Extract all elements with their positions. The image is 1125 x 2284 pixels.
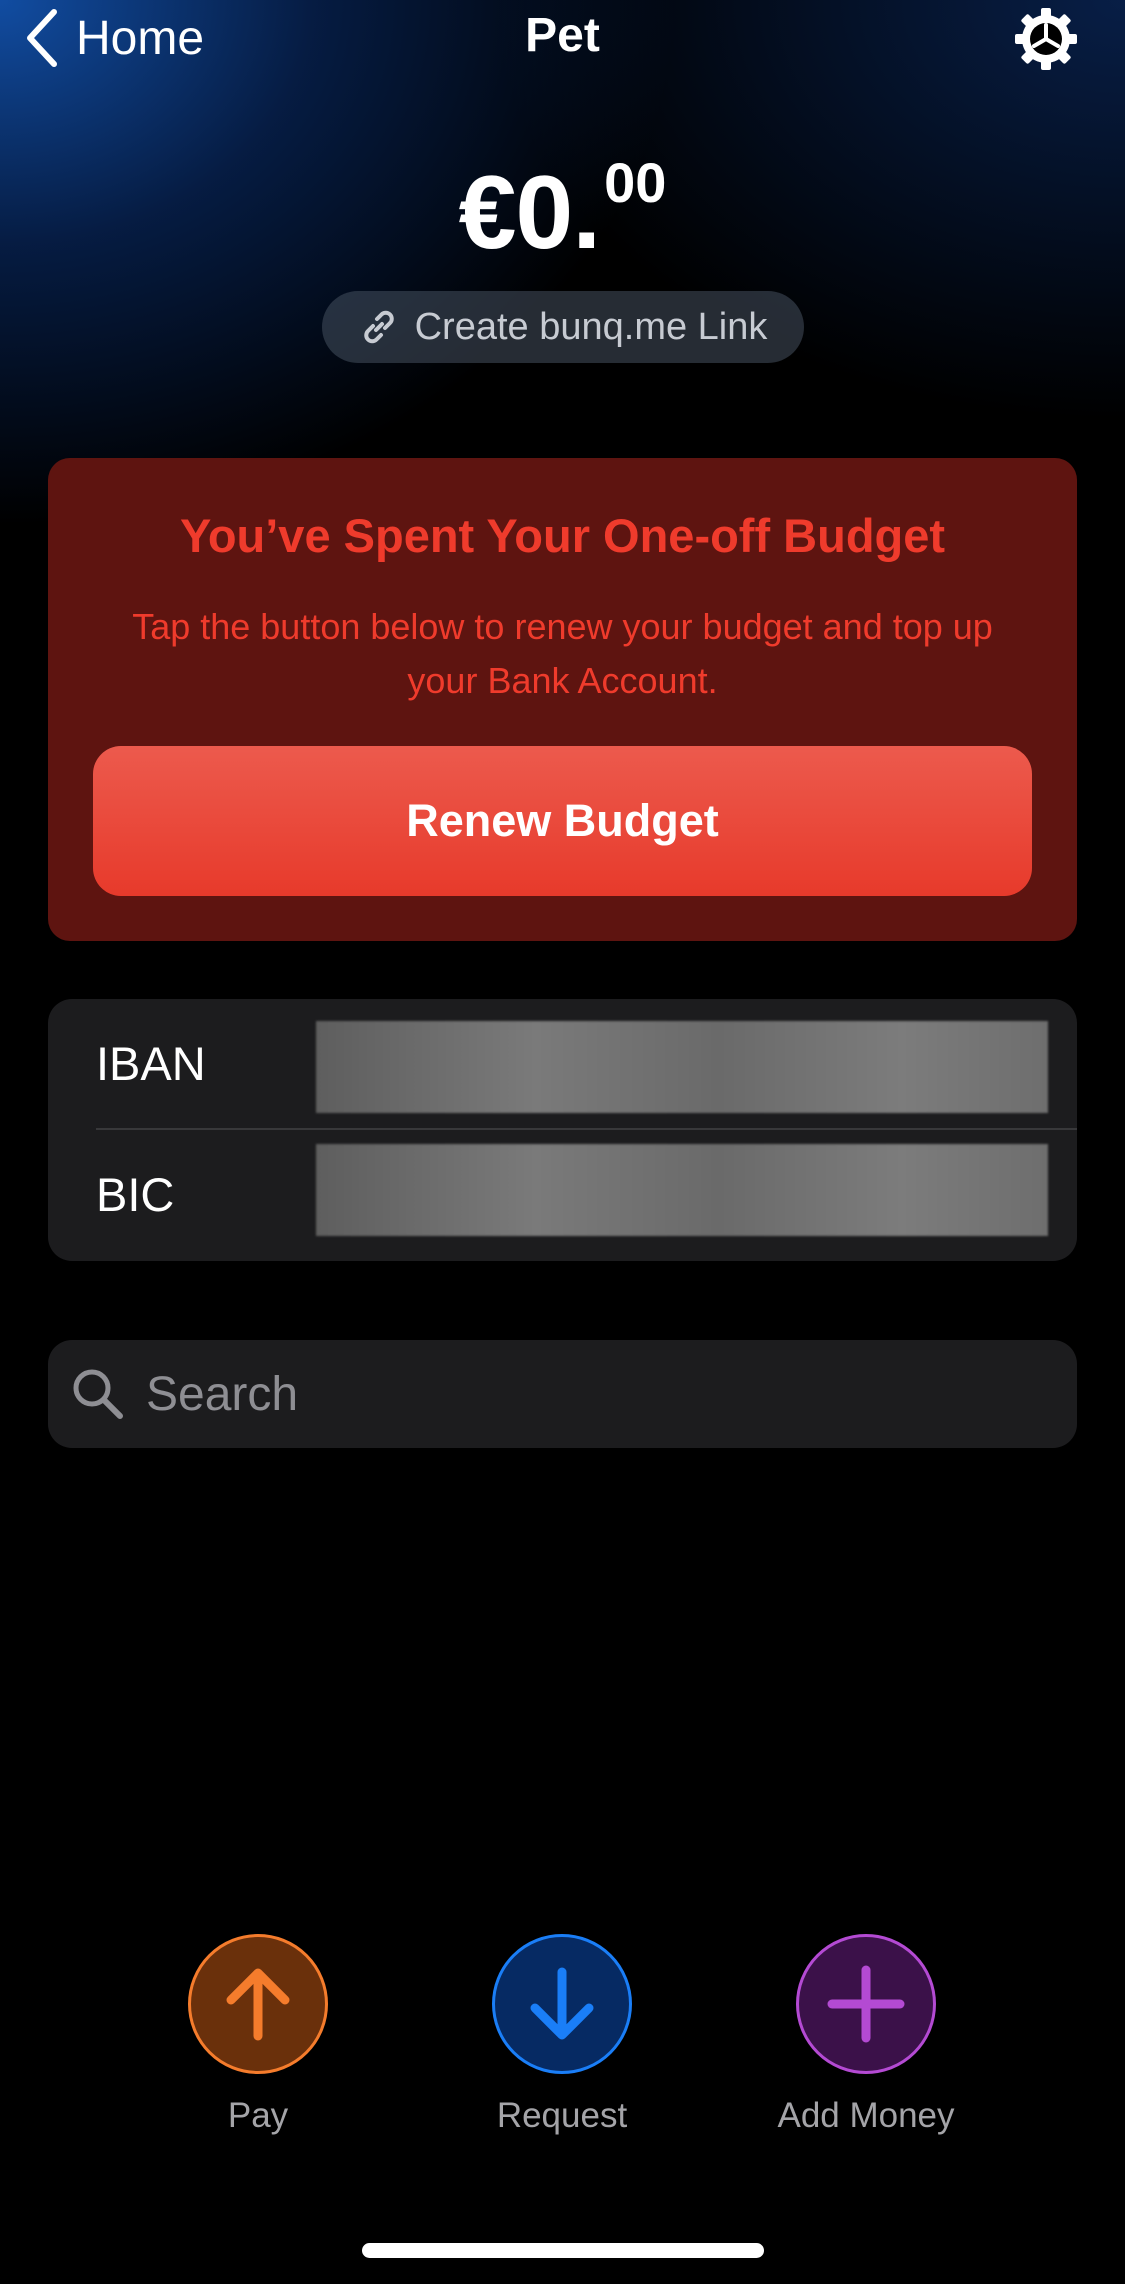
settings-button[interactable] [1013,6,1079,72]
bic-label: BIC [96,1168,175,1221]
pay-label: Pay [227,2096,289,2135]
budget-alert-title: You’ve Spent Your One-off Budget [179,509,946,562]
link-icon [363,310,394,344]
search-input[interactable] [144,1365,1028,1423]
budget-alert-description: Tap the button below to renew your budge… [132,606,993,701]
add-money-label: Add Money [777,2096,955,2135]
request-button[interactable]: Request [432,1934,692,2136]
renew-budget-button[interactable]: Renew Budget [93,746,1032,896]
arrow-down-icon [530,1967,594,2040]
budget-alert-card: You’ve Spent Your One-off Budget Tap the… [48,458,1077,941]
bic-row[interactable]: BIC [48,1130,1077,1260]
plus-icon [827,1965,905,2043]
account-balance: €0.00 [0,150,1125,273]
balance-amount: €0. [458,155,602,271]
create-bunq-me-link-button[interactable]: Create bunq.me Link [322,291,804,363]
bank-details-card: IBAN BIC [48,999,1077,1261]
navigation-bar: Home Pet [0,0,1125,80]
create-bunq-me-link-label: Create bunq.me Link [414,305,768,348]
home-indicator[interactable] [362,2243,764,2258]
pay-button[interactable]: Pay [128,1934,388,2136]
bic-value-redacted [316,1144,1048,1236]
search-bar[interactable] [48,1340,1077,1448]
add-money-circle [796,1934,936,2074]
page-title: Pet [525,9,600,62]
iban-row[interactable]: IBAN [48,999,1077,1129]
gear-icon [1015,8,1077,70]
request-circle [492,1934,632,2074]
iban-label: IBAN [96,1037,206,1090]
arrow-up-icon [226,1968,290,2041]
pay-circle [188,1934,328,2074]
action-bar: Pay Request Add Money [0,1934,1125,2154]
balance-cents: 00 [604,151,667,214]
search-icon [73,1369,123,1419]
request-label: Request [496,2096,628,2135]
iban-value-redacted [316,1021,1048,1113]
add-money-button[interactable]: Add Money [736,1934,996,2136]
